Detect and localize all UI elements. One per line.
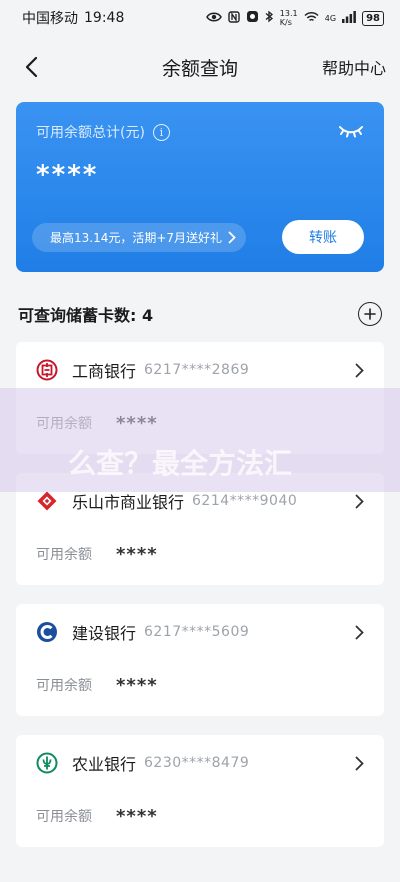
- balance-label: 可用余额: [36, 678, 92, 694]
- bank-row: 农业银行 6230****8479: [36, 735, 364, 791]
- balance-summary-card: 可用余额总计(元) i **** 最高13.14元，活期+7月送好礼 转账: [16, 102, 384, 272]
- signal-icon: [342, 10, 356, 26]
- card-list: 工商银行 6217****2869 可用余额 **** 乐山市商业银行 6214…: [0, 342, 400, 847]
- status-bar: 中国移动 19:48 13.1 K/s 4G 98: [0, 0, 400, 36]
- transfer-button[interactable]: 转账: [282, 220, 364, 254]
- carrier-label: 中国移动: [22, 11, 78, 27]
- net-speed: 13.1 K/s: [279, 9, 298, 27]
- chevron-right-icon: [355, 756, 364, 770]
- nav-bar: 余额查询 帮助中心: [0, 36, 400, 98]
- chevron-right-icon: [355, 494, 364, 508]
- bank-name: 工商银行: [72, 362, 137, 381]
- total-balance-label-row: 可用余额总计(元) i: [36, 122, 170, 142]
- bank-card-leshan[interactable]: 乐山市商业银行 6214****9040 可用余额 ****: [16, 473, 384, 585]
- card-number: 6230****8479: [144, 755, 250, 771]
- card-number: 6217****2869: [144, 362, 250, 378]
- balance-label: 可用余额: [36, 809, 92, 825]
- bluetooth-icon: [265, 10, 274, 26]
- total-balance-amount: ****: [36, 160, 99, 190]
- balance-row: 可用余额 ****: [36, 791, 364, 837]
- chevron-right-icon: [228, 231, 236, 243]
- bank-row: 建设银行 6217****5609: [36, 604, 364, 660]
- add-card-button[interactable]: [358, 302, 382, 326]
- balance-label: 可用余额: [36, 547, 92, 563]
- bank-card-abc[interactable]: 农业银行 6230****8479 可用余额 ****: [16, 735, 384, 847]
- icbc-logo-icon: [36, 359, 58, 381]
- chevron-left-icon: [25, 56, 38, 78]
- nfc-icon: [228, 10, 240, 26]
- balance-label: 可用余额: [36, 416, 92, 432]
- bank-card-ccb[interactable]: 建设银行 6217****5609 可用余额 ****: [16, 604, 384, 716]
- clock: 19:48: [84, 10, 125, 26]
- status-right: 13.1 K/s 4G 98: [205, 9, 384, 27]
- wifi-icon: [304, 11, 319, 26]
- balance-row: 可用余额 ****: [36, 660, 364, 706]
- abc-logo-icon: [36, 752, 58, 774]
- balance-value: ****: [116, 674, 158, 696]
- bank-row: 工商银行 6217****2869: [36, 342, 364, 398]
- balance-value: ****: [116, 412, 158, 434]
- chevron-right-icon: [355, 363, 364, 377]
- chevron-right-icon: [355, 625, 364, 639]
- info-icon[interactable]: i: [152, 123, 170, 141]
- help-center-link[interactable]: 帮助中心: [322, 55, 386, 79]
- eye-closed-icon[interactable]: [338, 123, 364, 142]
- signal-label: 4G: [324, 13, 337, 23]
- balance-row: 可用余额 ****: [36, 398, 364, 444]
- bank-card-icbc[interactable]: 工商银行 6217****2869 可用余额 ****: [16, 342, 384, 454]
- card-count-title: 可查询储蓄卡数: 4: [18, 306, 154, 325]
- card-number: 6217****5609: [144, 624, 250, 640]
- battery-indicator: 98: [362, 10, 384, 26]
- leshan-bank-logo-icon: [37, 491, 57, 511]
- promo-text: 最高13.14元，活期+7月送好礼: [50, 230, 223, 245]
- balance-value: ****: [116, 805, 158, 827]
- plus-icon: [364, 308, 376, 320]
- status-left: 中国移动 19:48: [22, 8, 124, 28]
- ccb-logo-icon: [37, 622, 57, 642]
- card-section-header: 可查询储蓄卡数: 4: [0, 302, 400, 326]
- back-button[interactable]: [14, 50, 48, 84]
- balance-card-actions: 最高13.14元，活期+7月送好礼 转账: [32, 220, 364, 254]
- balance-row: 可用余额 ****: [36, 529, 364, 575]
- card-number: 6214****9040: [192, 493, 298, 509]
- bank-row: 乐山市商业银行 6214****9040: [36, 473, 364, 529]
- bank-name: 农业银行: [72, 755, 137, 774]
- eye-status-icon: [205, 11, 222, 26]
- bank-name: 建设银行: [72, 624, 137, 643]
- total-balance-label: 可用余额总计(元): [36, 125, 145, 141]
- balance-card-header: 可用余额总计(元) i: [36, 122, 364, 142]
- balance-value: ****: [116, 543, 158, 565]
- alarm-icon: [246, 10, 259, 26]
- promo-chip[interactable]: 最高13.14元，活期+7月送好礼: [32, 222, 247, 252]
- bank-name: 乐山市商业银行: [72, 493, 185, 512]
